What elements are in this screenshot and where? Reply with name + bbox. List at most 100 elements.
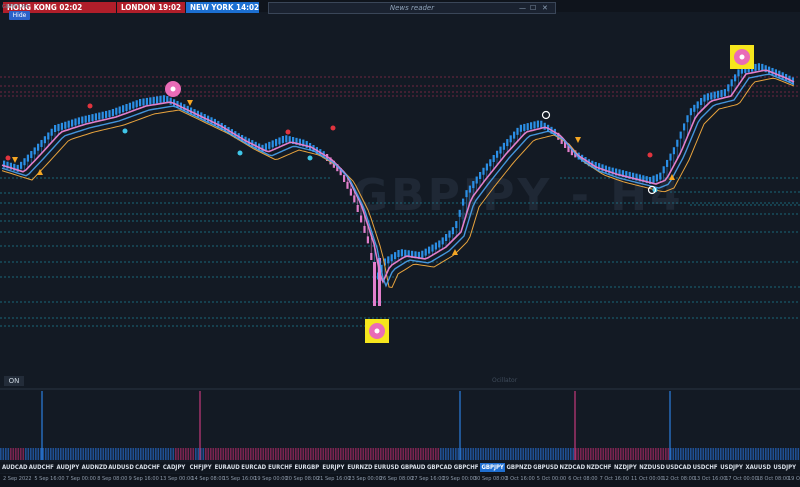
symbol-button-audusd[interactable]: AUDUSD (108, 463, 134, 472)
symbol-button-audjpy[interactable]: AUDJPY (55, 463, 81, 472)
oscillator-bar (0, 448, 2, 460)
oscillator-bar (427, 448, 430, 460)
oscillator-bar (92, 448, 95, 460)
oscillator-bar (632, 448, 635, 460)
oscillator-bar (535, 448, 537, 460)
oscillator-bar (355, 448, 357, 460)
oscillator-bar (502, 448, 505, 460)
symbol-button-chfjpy[interactable]: CHFJPY (188, 463, 214, 472)
symbol-button-gbpchf[interactable]: GBPCHF (453, 463, 479, 472)
symbol-button-eurnzd[interactable]: EURNZD (347, 463, 373, 472)
oscillator-bar (537, 448, 540, 460)
symbol-button-usdcad[interactable]: USDCAD (666, 463, 692, 472)
oscillator-bar (342, 448, 345, 460)
time-axis-label: 27 Sep 16:00 (411, 476, 445, 482)
oscillator-bar (590, 448, 592, 460)
oscillator-bar (450, 448, 452, 460)
oscillator-bar (347, 448, 350, 460)
candle (162, 95, 165, 103)
oscillator-bar (742, 448, 745, 460)
symbol-button-nzdcad[interactable]: NZDCAD (560, 463, 586, 472)
oscillator-bar (675, 448, 677, 460)
candle (499, 146, 502, 154)
symbol-button-xauusd[interactable]: XAUUSD (745, 463, 771, 472)
symbol-button-audchf[interactable]: AUDCHF (29, 463, 55, 472)
symbol-button-eurjpy[interactable]: EURJPY (321, 463, 347, 472)
target-center (170, 86, 176, 92)
oscillator-bar (337, 448, 340, 460)
oscillator-bar (767, 448, 770, 460)
oscillator-bar (652, 448, 655, 460)
oscillator-bar (497, 448, 500, 460)
symbol-button-eurusd[interactable]: EURUSD (374, 463, 400, 472)
oscillator-bar (417, 448, 420, 460)
oscillator-bar (530, 448, 532, 460)
symbol-button-usdjpy[interactable]: USDJPY (772, 463, 798, 472)
symbol-button-gbpjpy[interactable]: GBPJPY (479, 463, 506, 472)
oscillator-bar (150, 448, 152, 460)
candle (451, 227, 454, 235)
candle (717, 90, 720, 98)
candle (33, 147, 36, 155)
oscillator-bar (340, 448, 342, 460)
oscillator-bar (180, 448, 182, 460)
symbol-button-eurgbp[interactable]: EURGBP (294, 463, 320, 472)
oscillator-bar (732, 448, 735, 460)
oscillator-bar (655, 448, 657, 460)
symbol-button-euraud[interactable]: EURAUD (214, 463, 240, 472)
oscillator-bar (325, 448, 327, 460)
symbol-button-usdjpy[interactable]: USDJPY (719, 463, 745, 472)
hide-button[interactable]: Hide (9, 11, 30, 20)
symbol-button-gbpusd[interactable]: GBPUSD (533, 463, 559, 472)
symbol-button-eurcad[interactable]: EURCAD (241, 463, 267, 472)
time-axis-label: 14 Sep 08:00 (191, 476, 225, 482)
oscillator-bar (765, 448, 767, 460)
oscillator-bar (625, 448, 627, 460)
sell-dot (5, 155, 11, 161)
oscillator-bar (265, 448, 267, 460)
price-chart[interactable] (0, 0, 800, 462)
oscillator-bar (162, 448, 165, 460)
oscillator-bar (112, 448, 115, 460)
oscillator-bar (685, 448, 687, 460)
symbol-button-audnzd[interactable]: AUDNZD (82, 463, 108, 472)
symbol-button-gbpcad[interactable]: GBPCAD (427, 463, 453, 472)
oscillator-bar (130, 448, 132, 460)
oscillator-bar (362, 448, 365, 460)
oscillator-bar (312, 448, 315, 460)
candle (366, 236, 369, 244)
symbol-button-nzdjpy[interactable]: NZDJPY (613, 463, 639, 472)
symbol-button-cadchf[interactable]: CADCHF (135, 463, 161, 472)
symbol-button-cadjpy[interactable]: CADJPY (161, 463, 187, 472)
symbol-button-gbpaud[interactable]: GBPAUD (400, 463, 426, 472)
on-toggle-button[interactable]: ON (4, 376, 24, 386)
symbol-button-nzdchf[interactable]: NZDCHF (586, 463, 612, 472)
oscillator-bar (555, 448, 557, 460)
oscillator-bar (412, 448, 415, 460)
oscillator-bar (492, 448, 495, 460)
oscillator-bar (690, 448, 692, 460)
oscillator-bar (567, 448, 570, 460)
symbol-button-usdchf[interactable]: USDCHF (692, 463, 718, 472)
down-arrow-icon (12, 157, 18, 163)
symbol-button-gbpnzd[interactable]: GBPNZD (506, 463, 532, 472)
oscillator-bar (602, 448, 605, 460)
candle (723, 89, 726, 97)
oscillator-bar (205, 448, 207, 460)
oscillator-bar (382, 448, 385, 460)
symbol-button-nzdusd[interactable]: NZDUSD (639, 463, 665, 472)
candle (703, 94, 706, 102)
symbol-button-eurchf[interactable]: EURCHF (268, 463, 294, 472)
buy-dot (122, 128, 128, 134)
oscillator-bar (97, 448, 100, 460)
time-axis-label: 11 Oct 00:00 (631, 476, 664, 482)
oscillator-bar (320, 448, 322, 460)
oscillator-bar (477, 448, 480, 460)
candle (373, 262, 376, 306)
oscillator-bar (527, 448, 530, 460)
oscillator-bar (447, 448, 450, 460)
oscillator-bar (707, 448, 710, 460)
oscillator-bar (687, 448, 690, 460)
oscillator-bar (330, 448, 332, 460)
symbol-button-audcad[interactable]: AUDCAD (2, 463, 28, 472)
